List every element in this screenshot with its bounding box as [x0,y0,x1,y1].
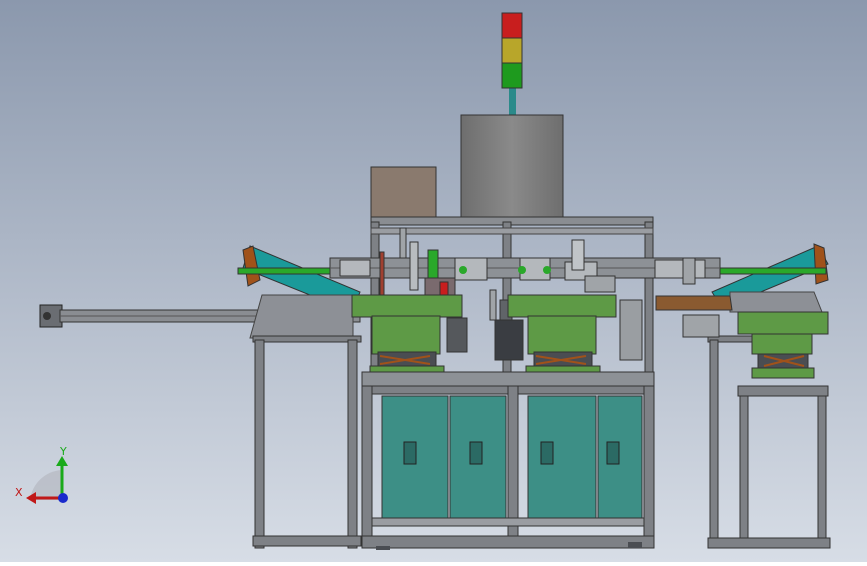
mid-base-beam [361,371,655,387]
cabinet-door-1[interactable] [381,395,449,519]
origin-dot [58,493,68,503]
cabinet-bottom-rail [371,517,645,527]
cabinet-door-4[interactable] [597,395,643,519]
top-gray-cabinet [460,114,564,220]
tower-light-green [501,62,523,89]
cad-viewport[interactable]: Y X [0,0,867,562]
tower-pole [509,88,516,115]
cabinet-door-3[interactable] [527,395,597,519]
tower-light-yellow [501,37,523,64]
assembly-drawing: Y X [0,0,867,562]
brown-box [370,166,437,220]
cabinet-door-2[interactable] [449,395,507,519]
tower-light-red [501,12,523,39]
x-axis-label: X [15,486,23,499]
door-handle-icon[interactable] [403,441,417,465]
door-handle-icon[interactable] [469,441,483,465]
door-handle-icon[interactable] [606,441,620,465]
y-axis-label: Y [59,445,67,458]
door-handle-icon[interactable] [540,441,554,465]
